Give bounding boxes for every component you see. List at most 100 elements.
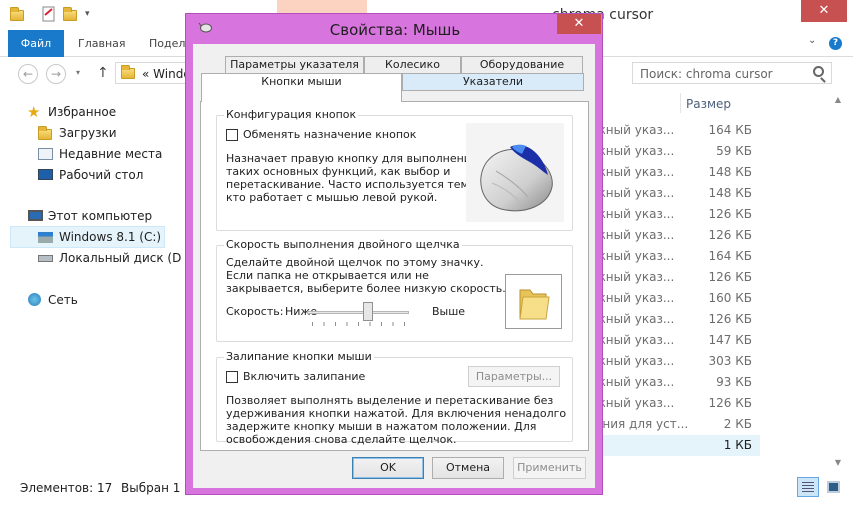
nav-this-pc-label: Этот компьютер — [48, 209, 153, 223]
mouse-properties-dialog: Свойства: Мышь ✕ Параметры указателя Кол… — [185, 13, 603, 495]
search-icon[interactable] — [813, 66, 824, 77]
apply-button[interactable]: Применить — [513, 457, 586, 479]
dialog-client-area: Параметры указателя Колесико Оборудовани… — [193, 44, 595, 488]
properties-icon[interactable] — [41, 6, 57, 22]
cancel-button[interactable]: Отмена — [432, 457, 504, 479]
file-size: 147 КБ — [708, 333, 752, 347]
back-button[interactable]: ← — [18, 64, 38, 84]
swap-buttons-label: Обменять назначение кнопок — [243, 128, 417, 141]
nav-desktop-label: Рабочий стол — [59, 168, 144, 182]
tab-hardware[interactable]: Оборудование — [461, 56, 583, 74]
clicklock-group: Залипание кнопки мыши Включить залипание… — [216, 350, 573, 446]
file-type: жный указ... — [595, 186, 675, 200]
clicklock-desc-line-2: удерживания кнопки нажатой. Для включени… — [226, 407, 567, 420]
file-size: 303 КБ — [708, 354, 752, 368]
ok-button[interactable]: OK — [352, 457, 424, 479]
tab-wheel[interactable]: Колесико — [364, 56, 461, 74]
search-placeholder: Поиск: chroma cursor — [640, 67, 773, 81]
file-type: жный указ... — [595, 354, 675, 368]
up-arrow-icon[interactable]: ↑ — [97, 65, 109, 81]
file-row[interactable]: жный указ... 148 КБ — [590, 162, 760, 183]
new-folder-icon[interactable] — [63, 6, 79, 22]
file-row[interactable]: жный указ... 164 КБ — [590, 120, 760, 141]
file-type: жный указ... — [595, 270, 675, 284]
recent-locations-icon[interactable]: ▾ — [76, 68, 80, 77]
file-size: 126 КБ — [708, 207, 752, 221]
item-count: Элементов: 17 — [20, 481, 113, 495]
file-type: жный указ... — [595, 312, 675, 326]
clicklock-settings-button[interactable]: Параметры... — [468, 366, 560, 387]
large-icons-view-icon — [827, 481, 840, 493]
file-size: 1 КБ — [723, 438, 752, 452]
close-icon[interactable]: ✕ — [801, 0, 847, 22]
speed-high-label: Выше — [432, 305, 466, 318]
tab-home[interactable]: Главная — [78, 30, 126, 57]
file-row[interactable]: жный указ... 126 КБ — [590, 309, 760, 330]
file-size: 126 КБ — [708, 396, 752, 410]
clicklock-desc-line-3: задержите кнопку мыши в нажатом положени… — [226, 420, 537, 433]
clicklock-desc-line-1: Позволяет выполнять выделение и перетаск… — [226, 394, 554, 407]
clicklock-checkbox[interactable] — [226, 371, 238, 383]
column-header-size[interactable]: Размер — [686, 97, 731, 111]
scroll-down-icon[interactable]: ▼ — [829, 458, 847, 467]
file-row[interactable]: жный указ... 126 КБ — [590, 393, 760, 414]
file-row[interactable]: 1 КБ — [590, 435, 760, 456]
slider-thumb[interactable] — [363, 302, 374, 321]
star-icon: ★ — [27, 103, 41, 121]
customize-dropdown-icon[interactable]: ▾ — [85, 6, 101, 22]
file-size: 160 КБ — [708, 291, 752, 305]
test-folder-area[interactable] — [505, 274, 562, 329]
file-type: жный указ... — [595, 123, 675, 137]
scroll-up-icon[interactable]: ▲ — [829, 95, 847, 104]
close-icon[interactable]: ✕ — [557, 14, 601, 34]
nav-network-label: Сеть — [48, 293, 78, 307]
dblclick-desc-line-3: закрывается, выберите более низкую скоро… — [226, 282, 506, 295]
nav-downloads-label: Загрузки — [59, 126, 117, 140]
file-row[interactable]: жный указ... 148 КБ — [590, 183, 760, 204]
file-type: жный указ... — [595, 228, 675, 242]
search-input[interactable]: Поиск: chroma cursor — [632, 62, 832, 84]
network-icon — [28, 293, 41, 306]
tab-pointer-options[interactable]: Параметры указателя — [225, 56, 364, 74]
file-size: 148 КБ — [708, 165, 752, 179]
recent-places-icon — [38, 148, 53, 160]
file-row[interactable]: жный указ... 147 КБ — [590, 330, 760, 351]
file-row[interactable]: жный указ... 93 КБ — [590, 372, 760, 393]
file-row[interactable]: ения для уст... 2 КБ — [590, 414, 760, 435]
tab-pointers[interactable]: Указатели — [402, 73, 584, 91]
clicklock-desc-line-4: освобождения снова сделайте щелчок. — [226, 433, 457, 446]
file-size: 126 КБ — [708, 228, 752, 242]
file-type: жный указ... — [595, 249, 675, 263]
file-row[interactable]: жный указ... 164 КБ — [590, 246, 760, 267]
file-row[interactable]: жный указ... 126 КБ — [590, 267, 760, 288]
file-size: 126 КБ — [708, 270, 752, 284]
scrollbar[interactable] — [829, 93, 847, 469]
tab-file[interactable]: Файл — [8, 30, 64, 57]
address-bar[interactable]: « Windo — [115, 62, 195, 84]
file-row[interactable]: жный указ... 126 КБ — [590, 204, 760, 225]
slider-track[interactable] — [307, 311, 409, 314]
file-row[interactable]: жный указ... 59 КБ — [590, 141, 760, 162]
swap-buttons-checkbox[interactable] — [226, 129, 238, 141]
file-size: 126 КБ — [708, 312, 752, 326]
help-icon[interactable]: ? — [829, 37, 842, 50]
tab-buttons[interactable]: Кнопки мыши — [201, 73, 402, 102]
button-config-group: Конфигурация кнопок Обменять назначение … — [216, 108, 573, 231]
large-icons-view-button[interactable] — [823, 477, 845, 497]
nav-favorites-label: Избранное — [48, 105, 117, 119]
file-row[interactable]: жный указ... 303 КБ — [590, 351, 760, 372]
dialog-title: Свойства: Мышь — [329, 21, 461, 39]
forward-button[interactable]: → — [46, 64, 66, 84]
details-view-button[interactable] — [797, 477, 819, 497]
column-divider — [680, 93, 681, 113]
folder-icon — [121, 65, 135, 79]
downloads-folder-icon — [38, 126, 53, 140]
chevron-down-icon[interactable]: ⌄ — [808, 35, 816, 46]
file-row[interactable]: жный указ... 126 КБ — [590, 225, 760, 246]
mouse-illustration — [466, 123, 564, 222]
file-row[interactable]: жный указ... 160 КБ — [590, 288, 760, 309]
speed-label: Скорость: — [226, 305, 284, 318]
dblclick-desc-line-2: Если папка не открывается или не — [226, 269, 429, 282]
swap-desc-line-2: таких основных функций, как выбор и — [226, 165, 451, 178]
button-config-title: Конфигурация кнопок — [224, 108, 359, 121]
